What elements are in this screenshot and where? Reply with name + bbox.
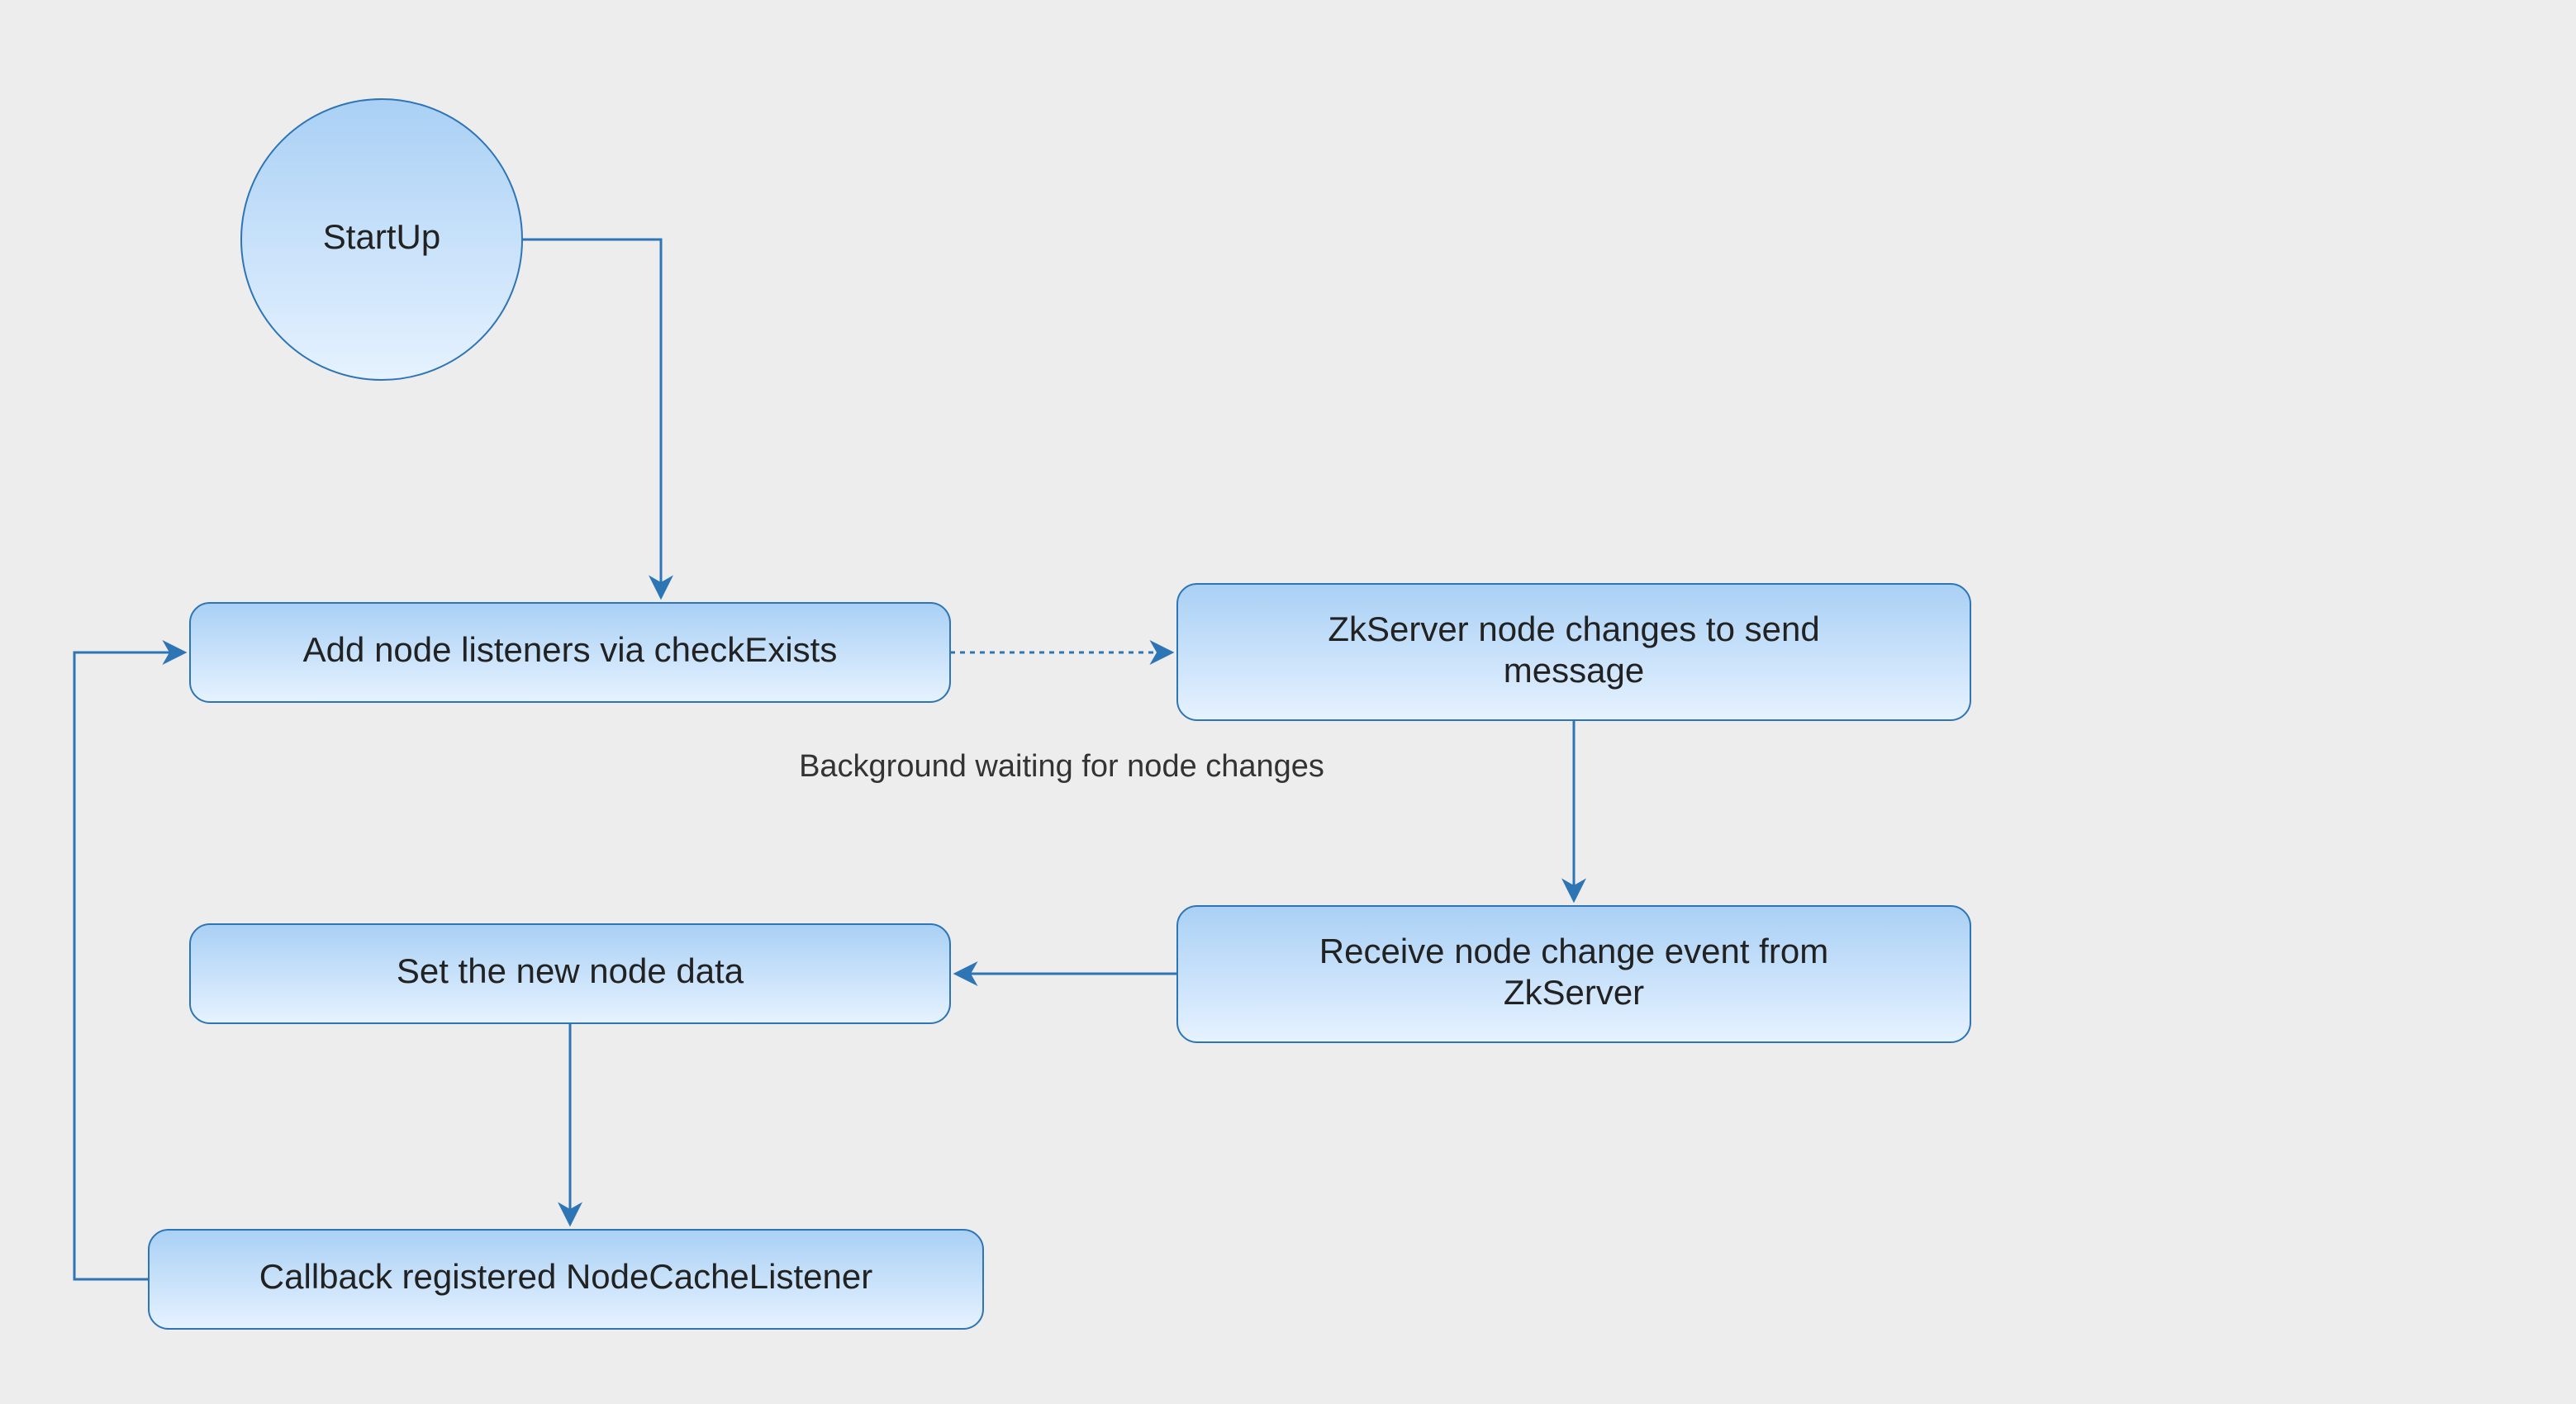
node-startup-label: StartUp	[323, 217, 440, 256]
edge-label-background-waiting: Background waiting for node changes	[799, 749, 1324, 784]
flowchart-canvas: StartUp Add node listeners via checkExis…	[0, 0, 2576, 1404]
node-callback: Callback registered NodeCacheListener	[149, 1230, 983, 1329]
node-zkserver-send-line2: message	[1504, 651, 1644, 690]
node-startup: StartUp	[241, 99, 522, 380]
node-receive-event-line1: Receive node change event from	[1319, 932, 1828, 970]
node-set-data: Set the new node data	[190, 924, 950, 1023]
node-zkserver-send: ZkServer node changes to send message	[1177, 584, 1970, 720]
node-receive-event-line2: ZkServer	[1504, 973, 1644, 1012]
node-callback-label: Callback registered NodeCacheListener	[259, 1257, 872, 1296]
edge-startup-to-addlisteners	[522, 240, 661, 595]
node-add-listeners-label: Add node listeners via checkExists	[303, 630, 838, 669]
node-add-listeners: Add node listeners via checkExists	[190, 603, 950, 702]
edge-callback-to-addlisteners	[74, 652, 182, 1279]
node-zkserver-send-line1: ZkServer node changes to send	[1328, 610, 1819, 648]
node-receive-event: Receive node change event from ZkServer	[1177, 906, 1970, 1042]
node-set-data-label: Set the new node data	[397, 951, 744, 990]
